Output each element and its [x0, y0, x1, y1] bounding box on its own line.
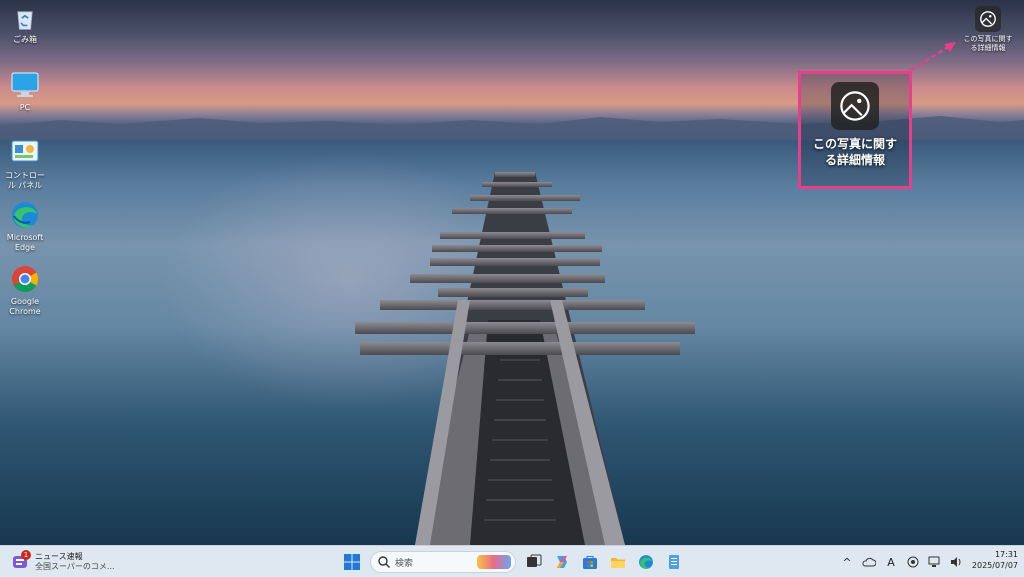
store-button[interactable] — [579, 551, 601, 573]
desktop-icon-label: コントロール パネル — [5, 171, 45, 190]
pc-icon — [11, 72, 39, 97]
edge-taskbar-button[interactable] — [635, 551, 657, 573]
file-explorer-icon — [611, 558, 625, 568]
taskbar-center: 検索 — [338, 550, 688, 574]
task-view-icon — [527, 554, 542, 567]
search-highlight-image — [477, 555, 511, 569]
ime-button[interactable]: A — [882, 553, 900, 571]
landscape-circle-icon — [980, 11, 996, 27]
desktop-icon-edge[interactable]: Microsoft Edge — [2, 200, 48, 253]
copilot-icon — [557, 556, 567, 568]
landscape-circle-icon — [840, 91, 870, 121]
edge-icon — [12, 202, 38, 228]
notepad-icon — [669, 555, 679, 569]
spotlight-info-icon[interactable]: この写真に関す る詳細情報 — [955, 6, 1021, 53]
desktop-icon-label: PC — [19, 103, 31, 112]
zoomed-callout: この写真に関す る詳細情報 — [798, 71, 912, 189]
desktop-icon-control-panel[interactable]: コントロール パネル — [2, 138, 48, 191]
taskbar-search[interactable]: 検索 — [370, 551, 516, 573]
news-subtitle: 全国スーパーのコメ... — [35, 562, 115, 571]
volume-button[interactable] — [948, 553, 966, 571]
news-icon: 1 — [12, 550, 31, 571]
control-panel-icon — [11, 140, 39, 162]
notepad-button[interactable] — [663, 551, 685, 573]
focus-button[interactable] — [904, 553, 922, 571]
task-view-button[interactable] — [523, 551, 545, 573]
ime-mode-label: A — [887, 555, 895, 569]
onedrive-button[interactable] — [860, 553, 878, 571]
image-info-button[interactable] — [975, 6, 1001, 32]
chevron-up-icon: ^ — [842, 555, 852, 569]
spotlight-label-small: この写真に関す る詳細情報 — [963, 35, 1013, 52]
network-icon — [928, 556, 940, 567]
taskbar: 1 ニュース速報 全国スーパーのコメ... 検索 ^ A 17:31 2025/… — [0, 545, 1024, 577]
desktop-icon-chrome[interactable]: Google Chrome — [2, 264, 48, 317]
network-button[interactable] — [926, 553, 944, 571]
system-tray: ^ A — [836, 550, 968, 574]
start-button[interactable] — [341, 551, 363, 573]
desktop-icon-label: Google Chrome — [9, 297, 41, 316]
windows-logo-icon — [344, 554, 360, 570]
desktop-wallpaper: ごみ箱 PC コントロール パネル Microsoft Edge Google … — [0, 0, 1024, 545]
spotlight-label-zoomed: この写真に関す る詳細情報 — [812, 137, 897, 167]
speaker-icon — [951, 557, 961, 567]
search-placeholder: 検索 — [395, 558, 414, 569]
desktop-icon-label: ごみ箱 — [13, 35, 37, 44]
clock-time: 17:31 — [994, 550, 1018, 559]
news-badge: 1 — [21, 550, 31, 560]
desktop-icon-recycle-bin[interactable]: ごみ箱 — [2, 6, 48, 45]
edge-icon — [639, 555, 653, 569]
chrome-icon — [12, 266, 39, 293]
show-hidden-icons-button[interactable]: ^ — [838, 553, 856, 571]
recycle-bin-icon — [17, 11, 33, 30]
clock[interactable]: 17:31 2025/07/07 — [968, 549, 1018, 571]
file-explorer-button[interactable] — [607, 551, 629, 573]
image-info-button-zoomed — [831, 82, 879, 130]
focus-icon — [907, 556, 919, 568]
store-icon — [583, 556, 597, 569]
copilot-button[interactable] — [551, 551, 573, 573]
desktop-icon-label: Microsoft Edge — [6, 233, 44, 252]
search-icon — [378, 556, 390, 568]
news-widget[interactable]: 1 ニュース速報 全国スーパーのコメ... — [12, 549, 115, 575]
desktop-icon-pc[interactable]: PC — [2, 70, 48, 113]
news-title: ニュース速報 — [35, 552, 83, 561]
cloud-icon — [862, 557, 876, 567]
clock-date: 2025/07/07 — [971, 561, 1018, 570]
